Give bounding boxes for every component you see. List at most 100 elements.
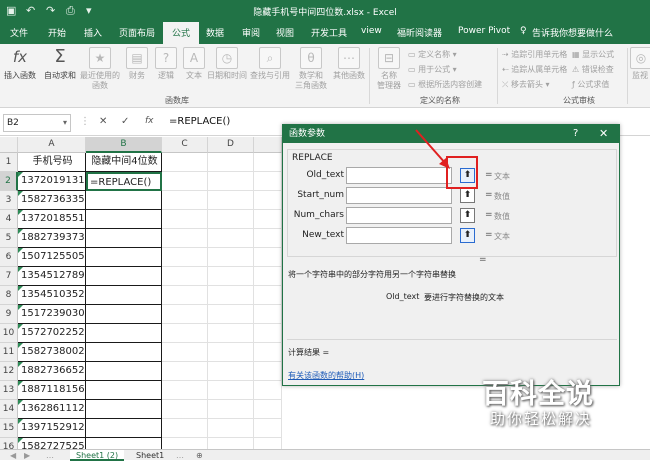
- table-cell[interactable]: [86, 343, 162, 362]
- table-cell[interactable]: [254, 400, 282, 419]
- table-cell[interactable]: [86, 229, 162, 248]
- table-cell[interactable]: [86, 305, 162, 324]
- table-cell[interactable]: [86, 191, 162, 210]
- table-cell[interactable]: 13971529123: [18, 419, 86, 438]
- logical-button[interactable]: ? 逻辑: [153, 47, 179, 81]
- table-cell[interactable]: [254, 381, 282, 400]
- row-header-3[interactable]: 3: [0, 191, 18, 210]
- table-cell[interactable]: 13628611123: [18, 400, 86, 419]
- trace-dependents-button[interactable]: ⇠ 追踪从属单元格: [502, 64, 567, 75]
- table-cell[interactable]: [208, 343, 254, 362]
- table-cell[interactable]: [162, 267, 208, 286]
- table-cell[interactable]: [162, 324, 208, 343]
- create-from-selection-button[interactable]: ▭ 根据所选内容创建: [408, 79, 482, 90]
- table-cell[interactable]: 18871181567: [18, 381, 86, 400]
- tab-home[interactable]: 开始: [48, 26, 66, 39]
- table-cell[interactable]: [254, 362, 282, 381]
- enter-check-icon[interactable]: ✓: [121, 116, 129, 127]
- table-cell[interactable]: [208, 286, 254, 305]
- row-header-1[interactable]: 1: [0, 153, 18, 172]
- table-cell[interactable]: [254, 324, 282, 343]
- table-cell[interactable]: [254, 248, 282, 267]
- row-header-7[interactable]: 7: [0, 267, 18, 286]
- table-cell[interactable]: [208, 419, 254, 438]
- table-cell[interactable]: 13720185511: [18, 210, 86, 229]
- table-cell[interactable]: [208, 267, 254, 286]
- name-box[interactable]: B2 ▾: [3, 114, 71, 132]
- watch-window-button[interactable]: ◎ 监视: [630, 47, 650, 81]
- table-cell[interactable]: [208, 248, 254, 267]
- table-cell[interactable]: [208, 305, 254, 324]
- table-cell[interactable]: [254, 305, 282, 324]
- table-cell[interactable]: [86, 419, 162, 438]
- table-cell[interactable]: [254, 210, 282, 229]
- column-header-a[interactable]: A: [18, 137, 86, 153]
- tab-review[interactable]: 审阅: [242, 26, 260, 39]
- table-cell[interactable]: [86, 210, 162, 229]
- table-cell[interactable]: 13720191310: [18, 172, 86, 191]
- table-cell[interactable]: [208, 191, 254, 210]
- sheet-more-icon[interactable]: …: [40, 450, 60, 461]
- tab-power-pivot[interactable]: Power Pivot: [458, 26, 510, 36]
- table-cell[interactable]: 15071255050: [18, 248, 86, 267]
- table-cell[interactable]: [86, 248, 162, 267]
- tab-file[interactable]: 文件: [10, 26, 28, 39]
- table-cell[interactable]: [254, 191, 282, 210]
- tell-me-search[interactable]: 告诉我你想要做什么: [532, 26, 613, 39]
- table-cell[interactable]: [162, 305, 208, 324]
- table-cell[interactable]: 隐藏中间4位数: [86, 153, 162, 172]
- row-header-12[interactable]: 12: [0, 362, 18, 381]
- table-cell[interactable]: [86, 267, 162, 286]
- tab-foxit-reader[interactable]: 福昕阅读器: [397, 26, 442, 39]
- table-cell[interactable]: 15827380022: [18, 343, 86, 362]
- column-header-b[interactable]: B: [86, 137, 162, 153]
- recent-functions-button[interactable]: ★ 最近使用的 函数: [80, 47, 120, 91]
- table-cell[interactable]: [162, 153, 208, 172]
- table-cell[interactable]: [162, 343, 208, 362]
- remove-arrows-button[interactable]: ⤫ 移去箭头 ▾: [502, 79, 550, 90]
- table-cell[interactable]: [208, 172, 254, 191]
- row-header-5[interactable]: 5: [0, 229, 18, 248]
- table-cell[interactable]: [162, 172, 208, 191]
- table-cell[interactable]: [254, 419, 282, 438]
- sheet-tab-sheet1-2[interactable]: Sheet1 (2): [70, 450, 125, 461]
- table-cell[interactable]: [162, 191, 208, 210]
- table-cell[interactable]: [254, 229, 282, 248]
- insert-function-button[interactable]: fx 插入函数: [2, 47, 38, 81]
- tab-insert[interactable]: 插入: [84, 26, 102, 39]
- column-header-c[interactable]: C: [162, 137, 208, 153]
- table-cell[interactable]: [254, 267, 282, 286]
- table-cell[interactable]: [162, 229, 208, 248]
- table-cell[interactable]: [86, 400, 162, 419]
- row-header-13[interactable]: 13: [0, 381, 18, 400]
- row-header-10[interactable]: 10: [0, 324, 18, 343]
- table-cell[interactable]: 18827393737: [18, 229, 86, 248]
- table-cell[interactable]: [208, 362, 254, 381]
- table-cell[interactable]: [208, 324, 254, 343]
- table-cell[interactable]: [208, 381, 254, 400]
- row-header-11[interactable]: 11: [0, 343, 18, 362]
- select-all-corner[interactable]: [0, 137, 18, 153]
- table-cell[interactable]: 15172390300: [18, 305, 86, 324]
- table-cell[interactable]: [162, 381, 208, 400]
- table-cell[interactable]: [208, 153, 254, 172]
- tab-data[interactable]: 数据: [206, 26, 224, 39]
- datetime-button[interactable]: ◷ 日期和时间: [207, 47, 247, 81]
- table-cell[interactable]: [162, 248, 208, 267]
- table-cell[interactable]: [162, 286, 208, 305]
- table-cell[interactable]: [162, 210, 208, 229]
- financial-button[interactable]: ▤ 财务: [123, 47, 151, 81]
- tab-view-addon[interactable]: view: [361, 26, 382, 36]
- cancel-icon[interactable]: ✕: [99, 116, 107, 127]
- table-cell[interactable]: 18827366520: [18, 362, 86, 381]
- active-cell[interactable]: =REPLACE(): [86, 172, 162, 191]
- table-cell[interactable]: [208, 210, 254, 229]
- column-header-d[interactable]: D: [208, 137, 254, 153]
- table-cell[interactable]: [86, 381, 162, 400]
- table-cell[interactable]: [162, 419, 208, 438]
- name-manager-button[interactable]: ⊟ 名称 管理器: [372, 47, 406, 91]
- error-checking-button[interactable]: ⚠ 错误检查: [572, 64, 614, 75]
- row-header-15[interactable]: 15: [0, 419, 18, 438]
- formula-input[interactable]: =REPLACE(): [169, 116, 230, 127]
- table-cell[interactable]: [208, 229, 254, 248]
